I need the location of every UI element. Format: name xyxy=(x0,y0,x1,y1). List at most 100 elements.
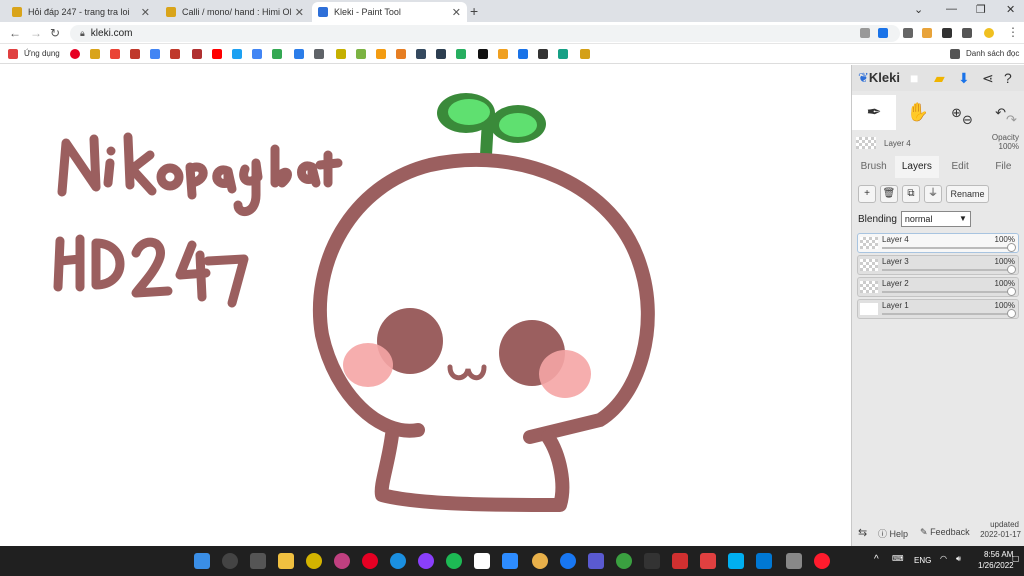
help-link[interactable]: ⓘ Help xyxy=(878,527,908,540)
gmail-icon[interactable] xyxy=(110,49,120,59)
brush-tool-button[interactable]: ✒ xyxy=(852,95,896,130)
keyboard-icon[interactable]: ⌨ xyxy=(892,554,904,563)
close-tab-icon[interactable]: ✕ xyxy=(141,6,150,19)
zoom-buttons[interactable]: ⊕ ⊖ xyxy=(940,95,984,130)
tab-layers[interactable]: Layers xyxy=(895,156,939,178)
opera-icon[interactable] xyxy=(814,553,830,569)
opacity-slider-track[interactable] xyxy=(882,269,1010,271)
clock-time[interactable]: 8:56 AM xyxy=(984,550,1013,559)
layer-item-3[interactable]: Layer 3 100% xyxy=(857,255,1019,275)
app-icon[interactable] xyxy=(588,553,604,569)
bookmark-icon[interactable] xyxy=(518,49,528,59)
delete-layer-button[interactable]: 🗑︎ xyxy=(880,185,898,203)
opacity-slider-track[interactable] xyxy=(882,247,1010,249)
bookmark-star-icon[interactable] xyxy=(878,28,888,38)
merge-layer-button[interactable]: ⏚ xyxy=(924,185,942,203)
bookmark-icon[interactable] xyxy=(498,49,508,59)
bookmark-icon[interactable] xyxy=(170,49,180,59)
close-tab-icon[interactable]: ✕ xyxy=(295,6,304,19)
share-icon[interactable]: ⋖ xyxy=(982,70,994,87)
tab-search-icon[interactable]: ⌄ xyxy=(914,3,923,16)
reading-list-label[interactable]: Danh sách đọc xyxy=(966,49,1019,58)
download-icon[interactable]: ⬇ xyxy=(958,70,970,87)
opacity-slider-track[interactable] xyxy=(882,313,1010,315)
forward-arrow-icon[interactable]: → xyxy=(30,26,42,40)
maximize-button[interactable]: ❐ xyxy=(976,3,986,16)
start-button-icon[interactable] xyxy=(194,553,210,569)
zoom-in-icon[interactable]: ⊕ xyxy=(951,105,962,121)
close-tab-icon[interactable]: ✕ xyxy=(452,6,461,19)
rename-button[interactable]: Rename xyxy=(946,185,989,203)
opacity-slider-track[interactable] xyxy=(882,291,1010,293)
minimize-button[interactable]: — xyxy=(946,3,957,15)
notification-icon[interactable]: ▢ xyxy=(1012,554,1020,563)
bookmark-icon[interactable] xyxy=(294,49,304,59)
opacity-slider-handle[interactable] xyxy=(1007,309,1016,318)
duplicate-layer-button[interactable]: ⧉ xyxy=(902,185,920,203)
reading-list-icon[interactable] xyxy=(950,49,960,59)
share-icon[interactable] xyxy=(860,28,870,38)
chrome-icon[interactable] xyxy=(532,553,548,569)
bookmark-icon[interactable] xyxy=(416,49,426,59)
tab-brush[interactable]: Brush xyxy=(852,156,895,178)
app-icon[interactable] xyxy=(644,553,660,569)
volume-icon[interactable]: 🔊︎ xyxy=(956,554,961,564)
bookmark-icon[interactable] xyxy=(376,49,386,59)
youtube-icon[interactable] xyxy=(212,49,222,59)
open-folder-icon[interactable]: ▰ xyxy=(934,70,945,87)
add-layer-button[interactable]: + xyxy=(858,185,876,203)
pinterest-icon[interactable] xyxy=(70,49,80,59)
app-icon[interactable] xyxy=(700,553,716,569)
bookmark-icon[interactable] xyxy=(356,49,366,59)
chevron-up-icon[interactable]: ^ xyxy=(874,554,879,565)
redo-icon[interactable]: ↷ xyxy=(1006,112,1017,128)
bookmark-icon[interactable] xyxy=(272,49,282,59)
avatar[interactable] xyxy=(984,28,994,38)
close-window-button[interactable]: ✕ xyxy=(1006,3,1015,16)
edge-icon[interactable] xyxy=(390,553,406,569)
bookmark-icon[interactable] xyxy=(456,49,466,59)
twitter-icon[interactable] xyxy=(232,49,242,59)
swap-side-icon[interactable]: ⇆ xyxy=(858,526,867,539)
wifi-icon[interactable]: ◠ xyxy=(940,554,947,563)
bookmark-icon[interactable] xyxy=(150,49,160,59)
app-icon[interactable] xyxy=(474,553,490,569)
bookmark-icon[interactable] xyxy=(580,49,590,59)
browser-tab-kleki[interactable]: Kleki - Paint Tool ✕ xyxy=(312,2,467,22)
apps-label[interactable]: Ứng dụng xyxy=(24,49,60,58)
layer-item-4[interactable]: Layer 4 100% xyxy=(857,233,1019,253)
opacity-slider-handle[interactable] xyxy=(1007,287,1016,296)
task-view-icon[interactable] xyxy=(250,553,266,569)
undo-redo-buttons[interactable]: ↶ ↷ xyxy=(984,95,1024,130)
layer-item-2[interactable]: Layer 2 100% xyxy=(857,277,1019,297)
spotify-icon[interactable] xyxy=(446,553,462,569)
facebook-icon[interactable] xyxy=(560,553,576,569)
bookmark-icon[interactable] xyxy=(436,49,446,59)
new-tab-button[interactable]: + xyxy=(470,3,478,19)
blending-select[interactable]: normal ▼ xyxy=(900,211,971,227)
file-explorer-icon[interactable] xyxy=(278,553,294,569)
clock-date[interactable]: 1/26/2022 xyxy=(978,561,1014,570)
browser-tab-hoidap[interactable]: Hỏi đáp 247 - trang tra loi ✕ xyxy=(6,2,156,22)
opacity-slider-handle[interactable] xyxy=(1007,243,1016,252)
bookmark-icon[interactable] xyxy=(558,49,568,59)
hand-tool-button[interactable]: ✋ xyxy=(896,95,940,130)
reload-icon[interactable]: ↻ xyxy=(50,26,60,40)
bookmark-icon[interactable] xyxy=(192,49,202,59)
new-image-icon[interactable]: ■ xyxy=(910,70,918,86)
zoom-out-icon[interactable]: ⊖ xyxy=(962,112,973,128)
zoom-icon[interactable] xyxy=(502,553,518,569)
app-icon[interactable] xyxy=(306,553,322,569)
menu-dots-icon[interactable]: ⋮ xyxy=(1007,25,1019,39)
opacity-slider-handle[interactable] xyxy=(1007,265,1016,274)
messenger-icon[interactable] xyxy=(418,553,434,569)
search-icon[interactable] xyxy=(222,553,238,569)
bookmark-icon[interactable] xyxy=(314,49,324,59)
layer-item-1[interactable]: Layer 1 100% xyxy=(857,299,1019,319)
extension-icon[interactable] xyxy=(922,28,932,38)
bookmark-icon[interactable] xyxy=(90,49,100,59)
feedback-link[interactable]: ✎ Feedback xyxy=(920,527,970,538)
camera-icon[interactable] xyxy=(786,553,802,569)
bookmark-icon[interactable] xyxy=(336,49,346,59)
bookmark-icon[interactable] xyxy=(478,49,488,59)
